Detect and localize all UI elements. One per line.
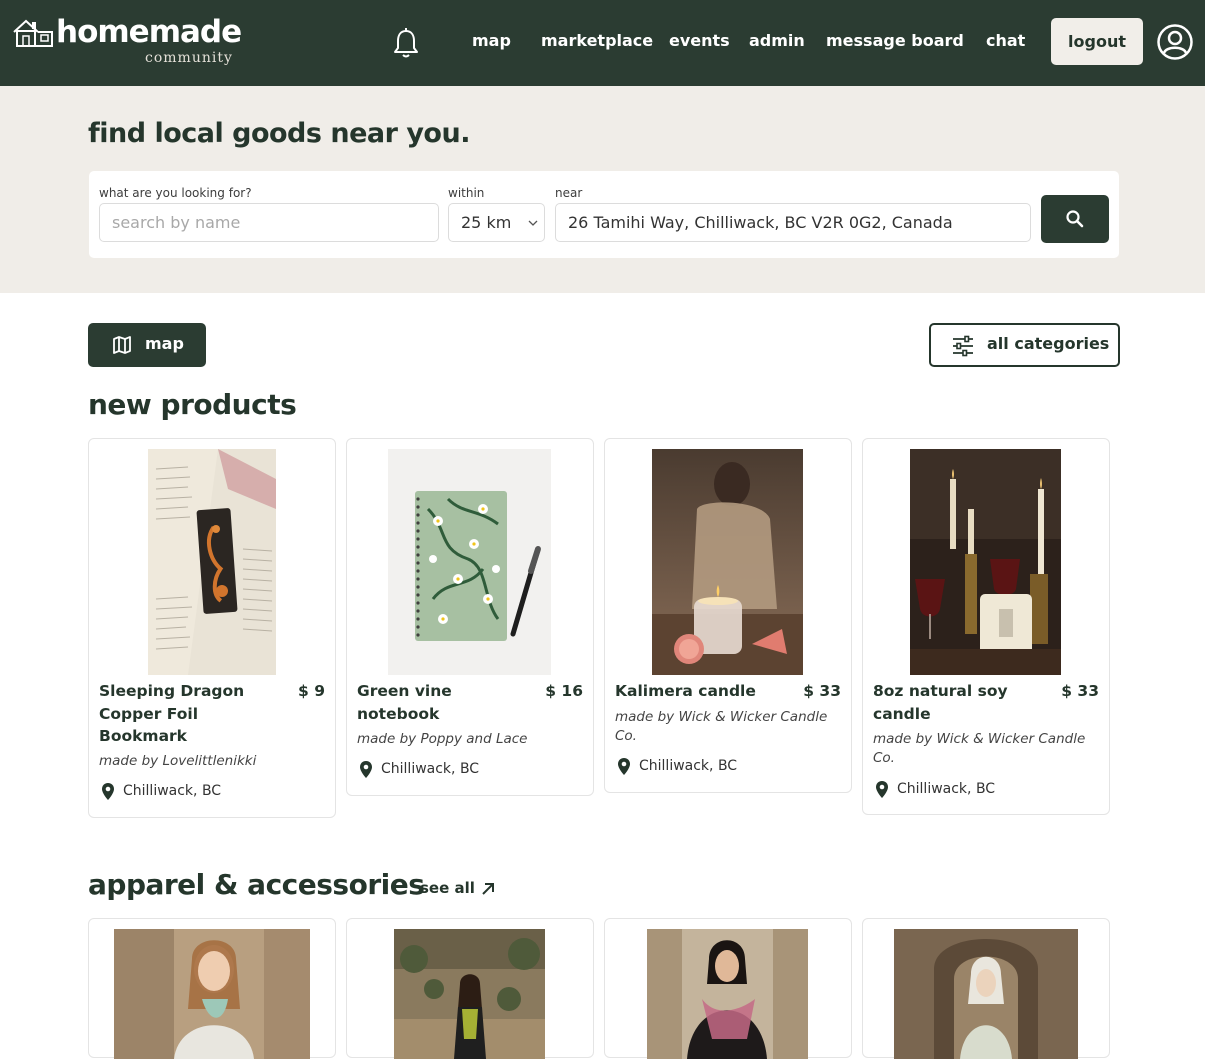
location-text: Chilliwack, BC: [897, 781, 996, 797]
search-heading: find local goods near you.: [88, 118, 470, 149]
product-card[interactable]: [862, 918, 1110, 1059]
near-label: near: [555, 186, 583, 200]
chevron-down-icon: [528, 220, 538, 226]
map-icon: [113, 336, 131, 354]
product-name: Sleeping Dragon Copper Foil Bookmark: [99, 682, 245, 745]
within-label: within: [448, 186, 485, 200]
product-card[interactable]: Kalimera candle $ 33 made by Wick & Wick…: [604, 438, 852, 793]
product-name: 8oz natural soy candle: [873, 682, 1008, 723]
location-text: Chilliwack, BC: [381, 761, 480, 777]
distance-value: 25 km: [461, 213, 512, 232]
product-price: $ 33: [1061, 682, 1099, 700]
nav-link-events[interactable]: events: [669, 31, 730, 50]
location-text: Chilliwack, BC: [123, 783, 222, 799]
location-pin-icon: [102, 783, 114, 800]
search-section: find local goods near you. what are you …: [0, 86, 1205, 293]
product-card[interactable]: 8oz natural soy candle $ 33 made by Wick…: [862, 438, 1110, 815]
bell-icon[interactable]: [391, 27, 421, 59]
logo-subtitle: community: [145, 50, 233, 66]
nav-link-message-board[interactable]: message board: [826, 31, 964, 50]
house-icon: [13, 19, 53, 47]
categories-filter-button[interactable]: all categories: [929, 323, 1120, 367]
top-navbar: homemade community map marketplace event…: [0, 0, 1205, 86]
arrow-up-right-icon: [482, 883, 494, 895]
product-image-bookmark: [148, 449, 276, 675]
map-view-button[interactable]: map: [88, 323, 206, 367]
location-pin-icon: [360, 761, 372, 778]
categories-button-label: all categories: [987, 334, 1110, 353]
nav-link-chat[interactable]: chat: [986, 31, 1025, 50]
search-input[interactable]: search by name: [99, 203, 439, 242]
product-maker: made by Lovelittlenikki: [99, 753, 257, 769]
nav-link-admin[interactable]: admin: [749, 31, 805, 50]
distance-select[interactable]: 25 km: [448, 203, 545, 242]
nav-link-marketplace[interactable]: marketplace: [541, 31, 653, 50]
product-name: Green vine notebook: [357, 682, 452, 723]
product-image-apparel-3: [647, 929, 808, 1059]
see-all-label: see all: [420, 879, 475, 897]
product-price: $ 9: [298, 682, 325, 700]
product-price: $ 33: [803, 682, 841, 700]
search-icon: [1066, 210, 1084, 228]
product-card[interactable]: [346, 918, 594, 1059]
location-text: Chilliwack, BC: [639, 758, 738, 774]
product-card[interactable]: [604, 918, 852, 1059]
product-price: $ 16: [545, 682, 583, 700]
location-pin-icon: [618, 758, 630, 775]
user-avatar-icon[interactable]: [1157, 24, 1193, 60]
product-name: Kalimera candle: [615, 682, 756, 700]
product-image-apparel-1: [114, 929, 310, 1059]
map-button-label: map: [145, 334, 184, 353]
search-form: what are you looking for? search by name…: [89, 171, 1119, 258]
search-button[interactable]: [1041, 195, 1109, 243]
product-image-notebook: [388, 449, 551, 675]
product-card[interactable]: Green vine notebook $ 16 made by Poppy a…: [346, 438, 594, 796]
product-card[interactable]: [88, 918, 336, 1059]
logout-button[interactable]: logout: [1051, 18, 1143, 65]
apparel-heading: apparel & accessories: [88, 868, 425, 901]
see-all-link[interactable]: see all: [420, 879, 494, 897]
product-maker: made by Wick & Wicker Candle Co.: [873, 731, 1086, 766]
sliders-icon: [953, 335, 973, 357]
product-maker: made by Wick & Wicker Candle Co.: [615, 709, 828, 744]
product-image-soy-candle: [910, 449, 1061, 675]
product-image-kalimera-candle: [652, 449, 803, 675]
product-card[interactable]: Sleeping Dragon Copper Foil Bookmark $ 9…: [88, 438, 336, 818]
location-pin-icon: [876, 781, 888, 798]
query-label: what are you looking for?: [99, 186, 252, 200]
nav-link-map[interactable]: map: [472, 31, 511, 50]
location-input[interactable]: 26 Tamihi Way, Chilliwack, BC V2R 0G2, C…: [555, 203, 1031, 242]
product-maker: made by Poppy and Lace: [357, 731, 528, 747]
logo-title: homemade: [56, 14, 242, 50]
product-image-apparel-2: [394, 929, 545, 1059]
new-products-heading: new products: [88, 388, 297, 421]
product-image-apparel-4: [894, 929, 1078, 1059]
